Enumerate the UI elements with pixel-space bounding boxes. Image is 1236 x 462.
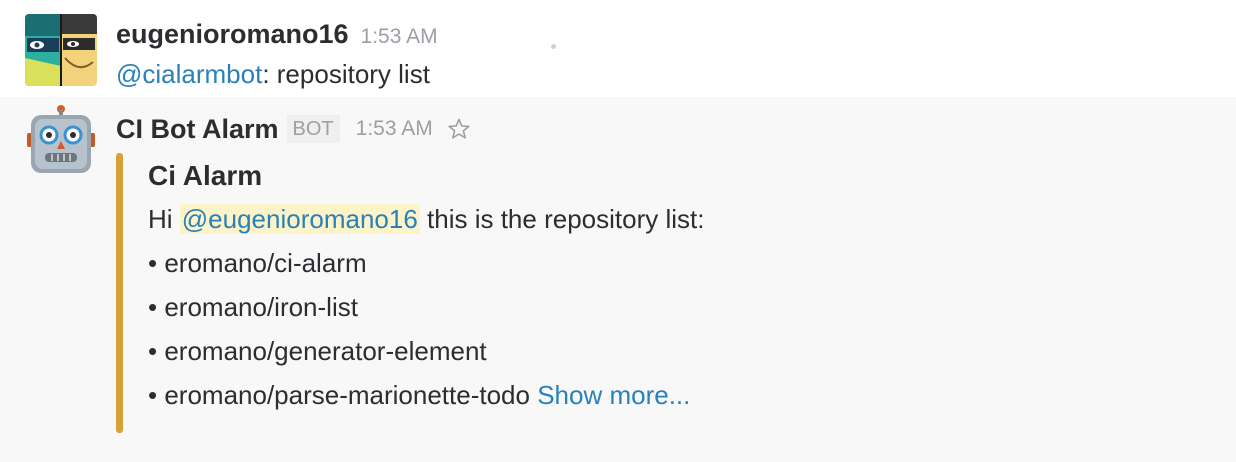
- cursor-dot: [551, 44, 556, 49]
- attachment-title: Ci Alarm: [148, 160, 263, 191]
- intro-prefix: Hi: [148, 204, 180, 234]
- timestamp[interactable]: 1:53 AM: [361, 25, 438, 48]
- bot-username[interactable]: CI Bot Alarm: [116, 111, 279, 147]
- bot-badge: BOT: [286, 115, 340, 143]
- star-icon[interactable]: [447, 117, 471, 141]
- attachment: Ci Alarm Hi @eugenioromano16 this is the…: [116, 153, 1196, 433]
- message-body: @cialarmbot: repository list: [116, 56, 430, 92]
- attachment-color-bar: [116, 153, 123, 433]
- attachment-content: Ci Alarm Hi @eugenioromano16 this is the…: [148, 155, 704, 417]
- user-avatar[interactable]: [25, 14, 97, 86]
- repo-list-item: • eromano/iron-list: [148, 292, 358, 322]
- show-more-link[interactable]: Show more...: [537, 380, 690, 410]
- mention-highlighted[interactable]: @eugenioromano16: [179, 204, 420, 234]
- message-user: eugenioromano16 1:53 AM @cialarmbot: repo…: [0, 0, 1236, 97]
- repo-list-item: • eromano/generator-element: [148, 336, 487, 366]
- intro-suffix: this is the repository list:: [419, 204, 705, 234]
- repo-list-item-last: • eromano/parse-marionette-todo Show mor…: [148, 373, 704, 417]
- message-bot: CI Bot Alarm BOT 1:53 AM Ci Alarm Hi @eu…: [0, 97, 1236, 462]
- message-text: : repository list: [262, 59, 430, 89]
- bot-message-header: CI Bot Alarm BOT 1:53 AM: [116, 111, 471, 147]
- repo-list-item-text: • eromano/parse-marionette-todo: [148, 380, 530, 410]
- username[interactable]: eugenioromano16: [116, 19, 349, 49]
- comic-avatar-icon: [25, 14, 97, 86]
- mention-link[interactable]: @cialarmbot: [116, 59, 262, 89]
- attachment-intro: Hi @eugenioromano16 this is the reposito…: [148, 197, 704, 241]
- bot-avatar[interactable]: [25, 103, 97, 175]
- message-header: eugenioromano16 1:53 AM: [116, 16, 438, 57]
- bot-timestamp[interactable]: 1:53 AM: [356, 111, 433, 147]
- robot-face-icon: [27, 105, 95, 173]
- repo-list-item: • eromano/ci-alarm: [148, 248, 367, 278]
